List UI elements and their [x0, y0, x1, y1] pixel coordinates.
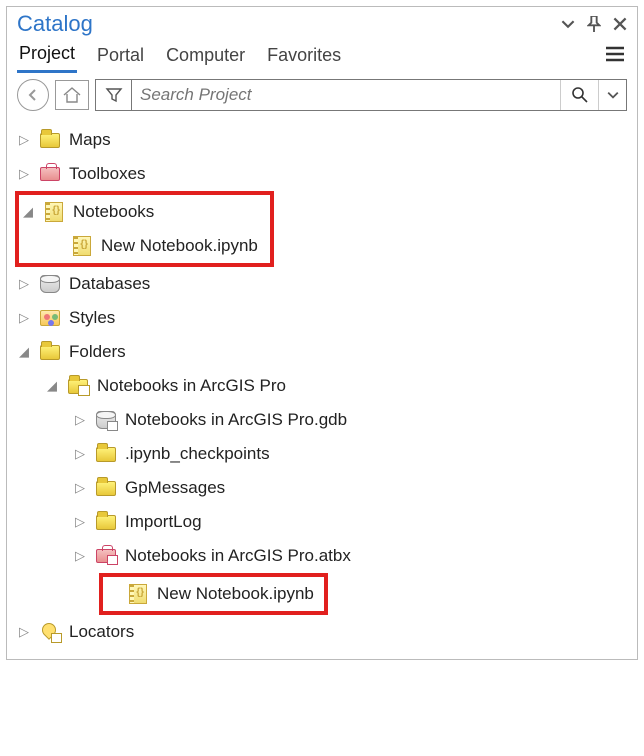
highlight-notebook-file: ▷ New Notebook.ipynb	[99, 573, 328, 615]
catalog-panel: Catalog Project Portal Computer Favorite…	[6, 6, 638, 660]
locator-icon	[39, 622, 61, 642]
tree-item-gdb[interactable]: ▷ Notebooks in ArcGIS Pro.gdb	[63, 403, 637, 437]
notebook-file-icon	[71, 236, 93, 256]
tree-item-gpmessages[interactable]: ▷ GpMessages	[63, 471, 637, 505]
tree-item-databases[interactable]: ▷ Databases	[7, 267, 637, 301]
search-input[interactable]	[132, 80, 560, 110]
tree-label: .ipynb_checkpoints	[125, 444, 270, 464]
tab-computer[interactable]: Computer	[164, 41, 247, 72]
tab-bar: Project Portal Computer Favorites	[7, 39, 637, 73]
filter-icon[interactable]	[96, 80, 132, 110]
catalog-tree: ▷ Maps ▷ Toolboxes ◢ Notebooks ▷ New Not…	[7, 117, 637, 649]
menu-icon[interactable]	[603, 42, 627, 71]
search-icon[interactable]	[560, 80, 598, 110]
tree-item-maps[interactable]: ▷ Maps	[7, 123, 637, 157]
tree-item-new-notebook[interactable]: ▷ New Notebook.ipynb	[47, 229, 258, 263]
tree-label: Notebooks in ArcGIS Pro.atbx	[125, 546, 351, 566]
options-chevron-icon[interactable]	[561, 17, 575, 31]
search-dropdown-icon[interactable]	[598, 80, 626, 110]
tree-label: Styles	[69, 308, 115, 328]
expand-icon[interactable]: ▷	[17, 310, 31, 326]
tree-label: GpMessages	[125, 478, 225, 498]
expand-icon[interactable]: ▷	[17, 624, 31, 640]
tree-label: Notebooks	[73, 202, 154, 222]
folder-icon	[95, 512, 117, 532]
tree-item-styles[interactable]: ▷ Styles	[7, 301, 637, 335]
notebook-file-icon	[127, 584, 149, 604]
toolbox-file-icon	[95, 546, 117, 566]
highlight-notebooks: ◢ Notebooks ▷ New Notebook.ipynb	[15, 191, 274, 267]
folder-icon	[95, 478, 117, 498]
panel-titlebar: Catalog	[7, 7, 637, 39]
expand-icon[interactable]: ▷	[73, 412, 87, 428]
expand-icon[interactable]: ▷	[17, 276, 31, 292]
tab-portal[interactable]: Portal	[95, 41, 146, 72]
window-controls	[561, 16, 627, 32]
close-icon[interactable]	[613, 17, 627, 31]
geodatabase-icon	[95, 410, 117, 430]
notebook-folder-icon	[43, 202, 65, 222]
expand-icon[interactable]: ▷	[17, 132, 31, 148]
tree-label: New Notebook.ipynb	[157, 584, 314, 604]
toolbar	[7, 73, 637, 117]
tree-label: New Notebook.ipynb	[101, 236, 258, 256]
tree-label: Folders	[69, 342, 126, 362]
tree-item-project-folder[interactable]: ◢ Notebooks in ArcGIS Pro	[35, 369, 637, 403]
tree-label: Notebooks in ArcGIS Pro.gdb	[125, 410, 347, 430]
tree-item-notebooks[interactable]: ◢ Notebooks	[19, 195, 258, 229]
collapse-icon[interactable]: ◢	[45, 378, 59, 394]
tree-label: Notebooks in ArcGIS Pro	[97, 376, 286, 396]
tab-project[interactable]: Project	[17, 39, 77, 73]
home-button[interactable]	[55, 80, 89, 110]
search-box	[95, 79, 627, 111]
pin-icon[interactable]	[587, 16, 601, 32]
tree-label: Toolboxes	[69, 164, 146, 184]
tree-label: Databases	[69, 274, 150, 294]
home-folder-icon	[67, 376, 89, 396]
tree-item-toolboxes[interactable]: ▷ Toolboxes	[7, 157, 637, 191]
database-icon	[39, 274, 61, 294]
expand-icon[interactable]: ▷	[73, 446, 87, 462]
styles-icon	[39, 308, 61, 328]
tab-favorites[interactable]: Favorites	[265, 41, 343, 72]
collapse-icon[interactable]: ◢	[21, 204, 35, 220]
tree-label: ImportLog	[125, 512, 202, 532]
tree-label: Maps	[69, 130, 111, 150]
tree-item-importlog[interactable]: ▷ ImportLog	[63, 505, 637, 539]
toolbox-icon	[39, 164, 61, 184]
collapse-icon[interactable]: ◢	[17, 344, 31, 360]
folder-icon	[95, 444, 117, 464]
tree-item-new-notebook-file[interactable]: ▷ New Notebook.ipynb	[105, 577, 314, 611]
tree-item-atbx[interactable]: ▷ Notebooks in ArcGIS Pro.atbx	[63, 539, 637, 573]
tree-item-checkpoints[interactable]: ▷ .ipynb_checkpoints	[63, 437, 637, 471]
expand-icon[interactable]: ▷	[17, 166, 31, 182]
tree-label: Locators	[69, 622, 134, 642]
expand-icon[interactable]: ▷	[73, 514, 87, 530]
maps-folder-icon	[39, 130, 61, 150]
back-button[interactable]	[17, 79, 49, 111]
expand-icon[interactable]: ▷	[73, 480, 87, 496]
panel-title: Catalog	[17, 11, 561, 37]
tree-item-locators[interactable]: ▷ Locators	[7, 615, 637, 649]
expand-icon[interactable]: ▷	[73, 548, 87, 564]
folder-icon	[39, 342, 61, 362]
tree-item-folders[interactable]: ◢ Folders	[7, 335, 637, 369]
